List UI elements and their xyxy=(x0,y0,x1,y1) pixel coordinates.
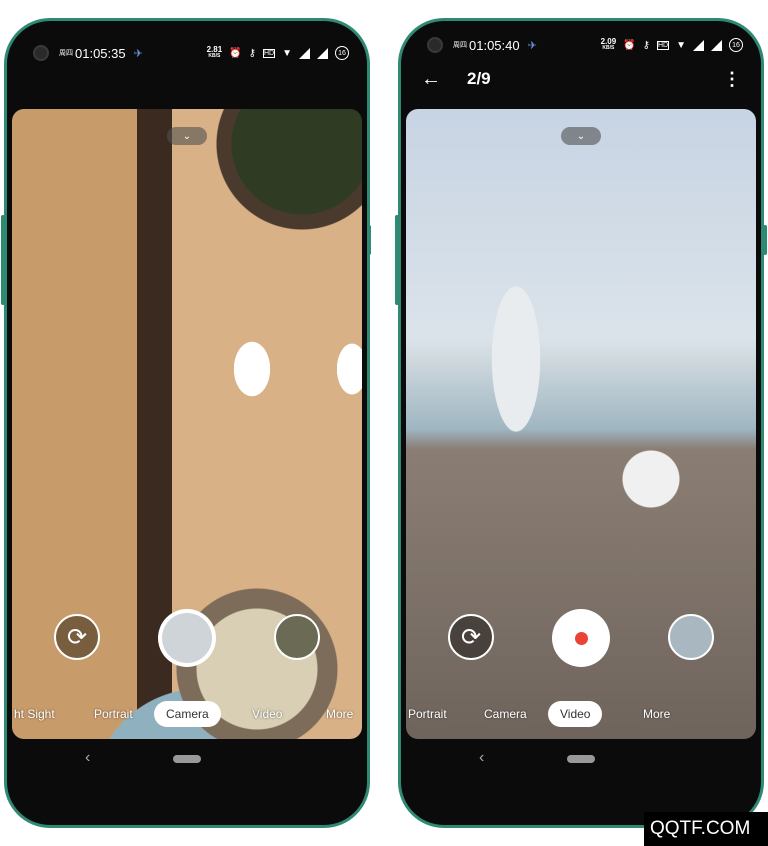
left-phone: 周四 01:05:35 ✈ 2.81 KB/S ⏰ ⚷ HD ▼ 16 ⌄ ⟳ h… xyxy=(4,18,370,828)
notification-icon: ✈ xyxy=(527,39,537,52)
record-icon xyxy=(574,631,588,645)
mode-selector: ht Sight Portrait Camera Video More xyxy=(12,701,362,727)
mode-more[interactable]: More xyxy=(631,701,682,727)
key-icon: ⚷ xyxy=(642,39,650,51)
mode-selector: Portrait Camera Video More xyxy=(406,701,756,727)
nav-home-pill[interactable] xyxy=(567,755,595,763)
mode-portrait[interactable]: Portrait xyxy=(82,701,145,727)
arrow-left-icon[interactable]: ← xyxy=(421,68,441,91)
signal-icon xyxy=(693,39,704,51)
status-bar: 周四 01:05:35 ✈ 2.81 KB/S ⏰ ⚷ HD ▼ 16 xyxy=(33,41,349,65)
key-icon: ⚷ xyxy=(248,47,256,59)
gallery-thumbnail[interactable] xyxy=(274,614,320,660)
shutter-button[interactable] xyxy=(158,609,216,667)
camera-viewfinder[interactable]: ⌄ ⟳ ht Sight Portrait Camera Video More xyxy=(12,109,362,739)
wifi-icon: ▼ xyxy=(282,47,292,59)
mode-camera[interactable]: Camera xyxy=(472,701,539,727)
nav-home-pill[interactable] xyxy=(173,755,201,763)
signal-icon xyxy=(299,47,310,59)
nav-bar: ‹ xyxy=(401,749,761,769)
flip-camera-icon[interactable]: ⟳ xyxy=(54,614,100,660)
flip-camera-icon[interactable]: ⟳ xyxy=(448,614,494,660)
weekday: 周四 xyxy=(453,42,467,49)
front-camera xyxy=(427,37,443,53)
mode-portrait[interactable]: Portrait xyxy=(406,701,459,727)
volte-icon: HD xyxy=(262,48,276,58)
battery-icon: 16 xyxy=(335,46,349,60)
volte-icon: HD xyxy=(656,40,670,50)
status-bar: 周四 01:05:40 ✈ 2.09 KB/S ⏰ ⚷ HD ▼ 16 xyxy=(427,33,743,57)
weekday: 周四 xyxy=(59,50,73,57)
battery-icon: 16 xyxy=(729,38,743,52)
nav-bar: ‹ xyxy=(7,749,367,769)
wifi-icon: ▼ xyxy=(676,39,686,51)
signal-icon xyxy=(317,47,328,59)
clock: 01:05:40 xyxy=(469,37,520,53)
notification-icon: ✈ xyxy=(133,47,143,60)
right-phone: 周四 01:05:40 ✈ 2.09 KB/S ⏰ ⚷ HD ▼ 16 ← 2/9… xyxy=(398,18,764,828)
alarm-icon: ⏰ xyxy=(623,39,636,51)
network-speed: 2.09 KB/S xyxy=(600,37,617,52)
chevron-down-icon[interactable]: ⌄ xyxy=(561,127,601,145)
mode-night-sight[interactable]: ht Sight xyxy=(12,701,67,727)
nav-back-icon[interactable]: ‹ xyxy=(85,749,90,767)
top-app-bar: ← 2/9 ⋮ xyxy=(421,67,741,91)
mode-camera[interactable]: Camera xyxy=(154,701,221,727)
more-vert-icon[interactable]: ⋮ xyxy=(723,69,741,90)
watermark: QQTF.COM xyxy=(644,812,768,846)
front-camera xyxy=(33,45,49,61)
alarm-icon: ⏰ xyxy=(229,47,242,59)
clock: 01:05:35 xyxy=(75,45,126,61)
network-speed: 2.81 KB/S xyxy=(206,45,223,60)
page-counter: 2/9 xyxy=(467,69,491,88)
nav-back-icon[interactable]: ‹ xyxy=(479,749,484,767)
mode-video[interactable]: Video xyxy=(240,701,294,727)
record-button[interactable] xyxy=(552,609,610,667)
mode-more[interactable]: More xyxy=(314,701,362,727)
gallery-thumbnail[interactable] xyxy=(668,614,714,660)
chevron-down-icon[interactable]: ⌄ xyxy=(167,127,207,145)
signal-icon xyxy=(711,39,722,51)
mode-video[interactable]: Video xyxy=(548,701,603,727)
video-preview[interactable]: ⌄ ⟳ Portrait Camera Video More xyxy=(406,109,756,739)
